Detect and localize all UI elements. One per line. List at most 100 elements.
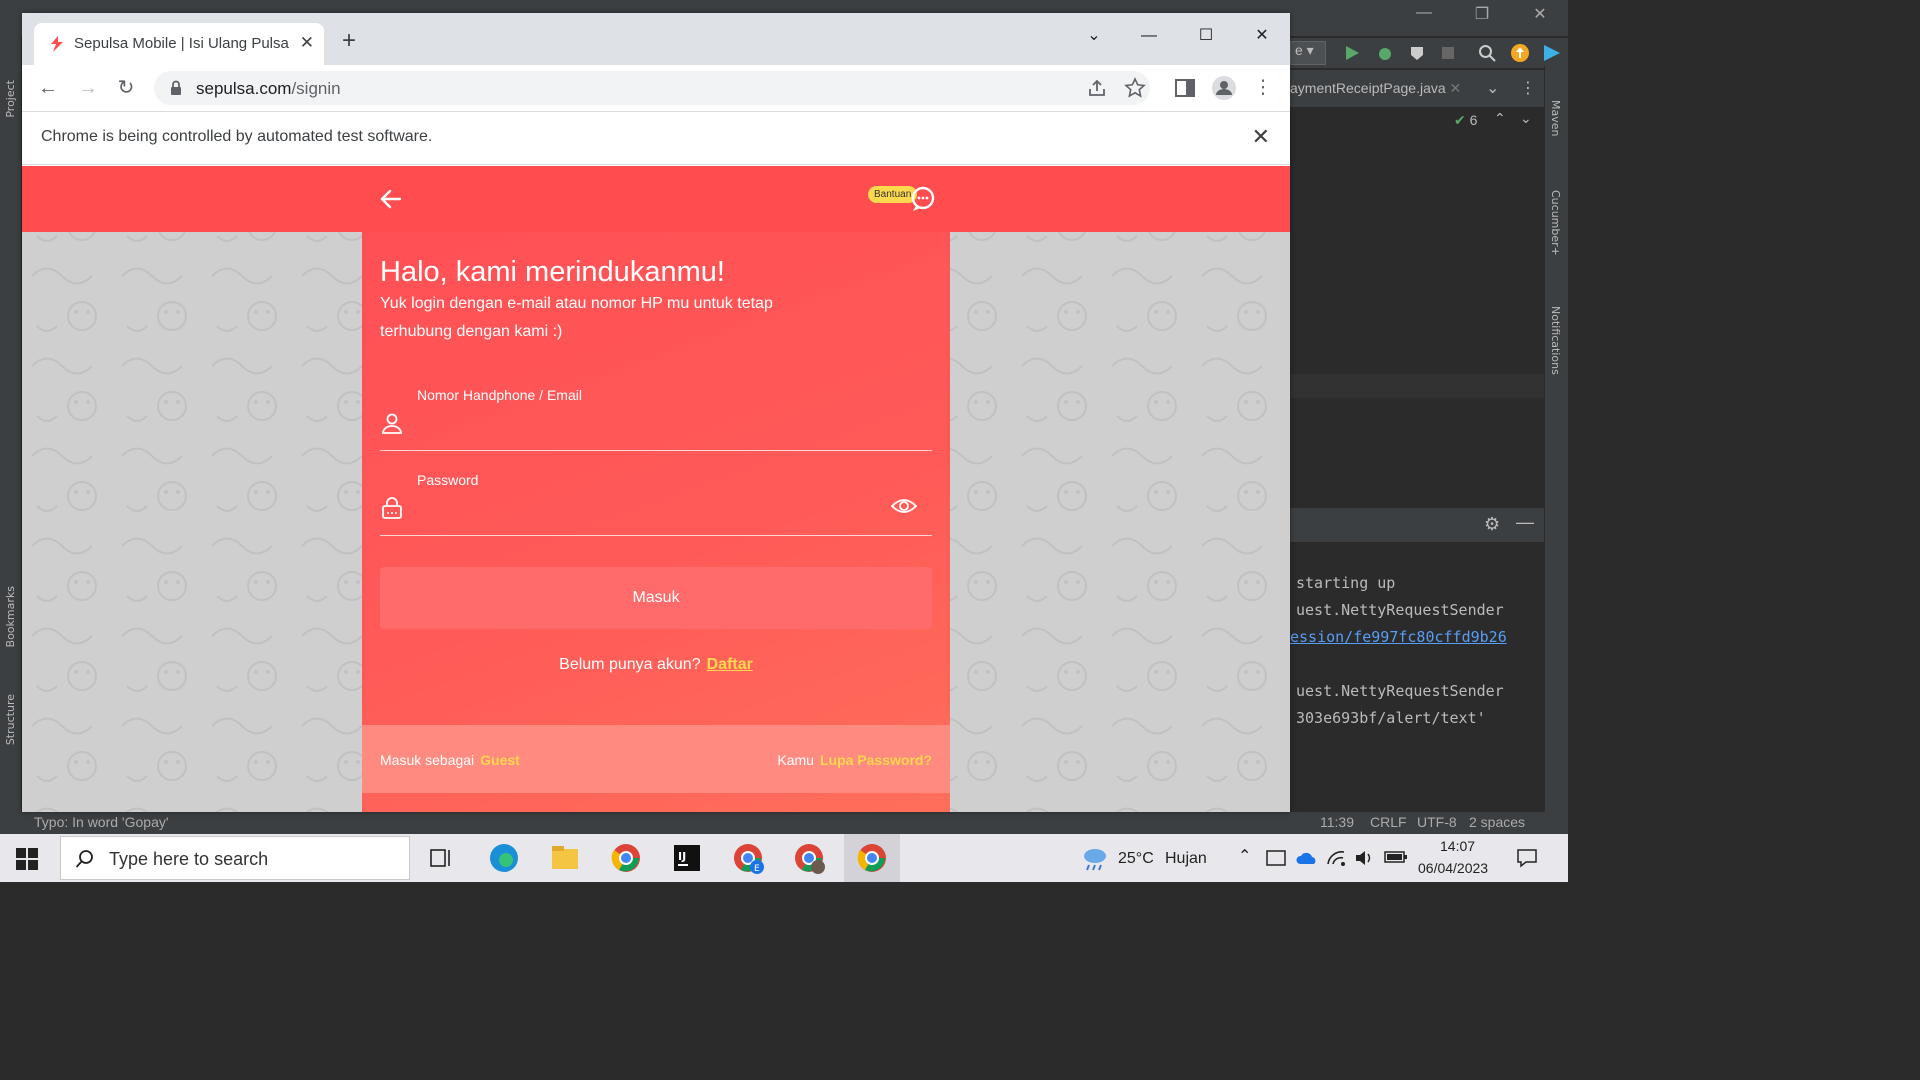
notification-center-icon[interactable]	[1516, 847, 1538, 869]
run-console[interactable]: starting up uest.NettyRequestSender essi…	[1290, 542, 1528, 782]
edge-app-icon[interactable]	[486, 840, 522, 876]
chevron-down-icon[interactable]: ⌄	[1520, 110, 1532, 127]
tool-cucumber[interactable]: Cucumber+	[1549, 190, 1562, 256]
debug-icon[interactable]	[1376, 44, 1394, 62]
sepulsa-favicon-icon	[51, 36, 63, 52]
tool-bookmarks[interactable]: Bookmarks	[4, 586, 17, 647]
coverage-icon[interactable]	[1408, 44, 1426, 62]
tool-maven[interactable]: Maven	[1549, 100, 1562, 136]
battery-icon[interactable]	[1384, 850, 1408, 864]
lock-icon[interactable]	[170, 80, 182, 96]
status-position[interactable]: 11:39	[1320, 814, 1354, 830]
ide-left-toolbar: Project Bookmarks Structure	[0, 36, 22, 812]
share-icon[interactable]	[1086, 77, 1108, 99]
status-indent[interactable]: 2 spaces	[1469, 814, 1525, 830]
device-icon[interactable]	[1266, 850, 1286, 866]
page-subtitle: Yuk login dengan e-mail atau nomor HP mu…	[380, 295, 773, 340]
browser-toolbar: ← → ↻ sepulsa.com/signin ⋮	[22, 65, 1290, 111]
ide-editor[interactable]: ✔ 6 ⌃ ⌄	[1290, 108, 1544, 508]
editor-tab[interactable]: aymentReceiptPage.java ✕	[1290, 80, 1461, 97]
chrome-menu-icon[interactable]: ⋮	[1250, 75, 1276, 101]
console-line: starting up	[1296, 574, 1396, 592]
tool-notifications[interactable]: Notifications	[1549, 306, 1562, 375]
run-icon[interactable]	[1344, 45, 1360, 61]
address-bar[interactable]: sepulsa.com/signin	[154, 71, 1150, 105]
onedrive-cloud-icon[interactable]	[1296, 851, 1318, 865]
login-button[interactable]: Masuk	[380, 567, 932, 629]
chevron-up-icon[interactable]: ⌃	[1494, 110, 1506, 127]
more-icon[interactable]: ⋮	[1520, 78, 1536, 98]
status-line-separator[interactable]: CRLF	[1370, 814, 1407, 830]
chevron-up-icon[interactable]: ⌃	[1238, 846, 1251, 866]
weather-description[interactable]: Hujan	[1165, 850, 1207, 868]
guest-link[interactable]: Guest	[480, 752, 520, 768]
chrome-profile-e-icon[interactable]: E	[730, 840, 766, 876]
back-button[interactable]: ←	[34, 75, 62, 103]
chrome-profile-photo-icon[interactable]	[791, 840, 827, 876]
clock-date[interactable]: 06/04/2023	[1418, 860, 1488, 876]
browser-tab[interactable]: Sepulsa Mobile | Isi Ulang Pulsa S ✕	[34, 23, 324, 65]
search-placeholder: Type here to search	[109, 849, 269, 869]
phone-email-input[interactable]	[417, 409, 877, 439]
status-message[interactable]: Typo: In word 'Gopay'	[34, 814, 169, 830]
svg-text:E: E	[754, 864, 760, 874]
tab-search-button[interactable]: ⌄	[1072, 21, 1116, 51]
run-config-select[interactable]: e ▾	[1290, 41, 1326, 65]
automation-infobar: Chrome is being controlled by automated …	[22, 111, 1290, 165]
windows-start-icon[interactable]	[16, 848, 38, 870]
user-icon	[382, 413, 402, 434]
show-password-eye-icon[interactable]	[890, 496, 918, 516]
new-tab-button[interactable]: +	[342, 29, 356, 53]
task-view-icon[interactable]	[430, 848, 452, 868]
weather-rain-icon[interactable]	[1080, 844, 1110, 872]
tab-strip: Sepulsa Mobile | Isi Ulang Pulsa S ✕ + ⌄…	[22, 13, 1290, 65]
stop-icon[interactable]	[1440, 45, 1456, 61]
back-arrow-icon[interactable]	[378, 186, 404, 212]
profile-avatar-icon[interactable]	[1211, 75, 1237, 101]
ide-minimize-button[interactable]: —	[1404, 4, 1444, 22]
forward-button[interactable]: →	[74, 75, 102, 103]
no-account-text: Belum punya akun?	[559, 656, 701, 673]
gear-icon[interactable]: ⚙	[1484, 514, 1500, 535]
chrome-active-app-icon[interactable]	[844, 834, 900, 882]
console-line: uest.NettyRequestSender	[1296, 682, 1504, 700]
inspection-widget[interactable]: ✔ 6	[1454, 112, 1477, 129]
login-footer: Masuk sebagai Guest Kamu Lupa Password?	[362, 725, 950, 793]
reload-button[interactable]: ↻	[112, 75, 140, 103]
console-link[interactable]: ession/fe997fc80cffd9b26	[1290, 628, 1507, 646]
status-encoding[interactable]: UTF-8	[1417, 814, 1457, 830]
browser-window: Sepulsa Mobile | Isi Ulang Pulsa S ✕ + ⌄…	[22, 13, 1290, 812]
wifi-icon[interactable]	[1326, 848, 1346, 868]
infobar-close-icon[interactable]: ✕	[1252, 124, 1270, 150]
register-link[interactable]: Daftar	[707, 656, 753, 673]
page-title: Halo, kami merindukanmu!	[380, 256, 725, 288]
phone-email-field: Nomor Handphone / Email	[380, 381, 932, 451]
page-header: Bantuan	[22, 166, 1290, 232]
clock-time[interactable]: 14:07	[1440, 838, 1475, 854]
close-tab-icon[interactable]: ✕	[300, 33, 314, 53]
forgot-password-link[interactable]: Lupa Password?	[820, 752, 932, 768]
bookmark-star-icon[interactable]	[1124, 77, 1146, 99]
ide-close-button[interactable]: ✕	[1520, 4, 1560, 24]
tool-project[interactable]: Project	[4, 80, 17, 118]
maximize-button[interactable]: ☐	[1184, 21, 1228, 51]
tool-structure[interactable]: Structure	[4, 694, 17, 745]
minimize-button[interactable]: —	[1127, 21, 1171, 51]
intellij-app-icon[interactable]: IJ	[669, 840, 705, 876]
update-icon[interactable]	[1510, 43, 1530, 63]
ide-restore-button[interactable]: ❐	[1462, 4, 1502, 24]
plugin-icon[interactable]	[1542, 43, 1562, 63]
side-panel-icon[interactable]	[1172, 75, 1198, 101]
chrome-app-icon[interactable]	[608, 840, 644, 876]
close-window-button[interactable]: ✕	[1240, 21, 1284, 51]
search-icon[interactable]	[1478, 44, 1496, 62]
minimize-icon[interactable]: —	[1516, 512, 1534, 533]
url-text[interactable]: sepulsa.com/signin	[196, 79, 341, 99]
weather-temperature[interactable]: 25°C	[1118, 850, 1154, 868]
password-input[interactable]	[417, 494, 877, 524]
file-explorer-icon[interactable]	[547, 840, 583, 876]
volume-icon[interactable]	[1354, 848, 1374, 868]
chevron-down-icon[interactable]: ⌄	[1486, 78, 1499, 98]
taskbar-search[interactable]: Type here to search	[60, 836, 410, 880]
phone-email-label: Nomor Handphone / Email	[417, 387, 582, 403]
